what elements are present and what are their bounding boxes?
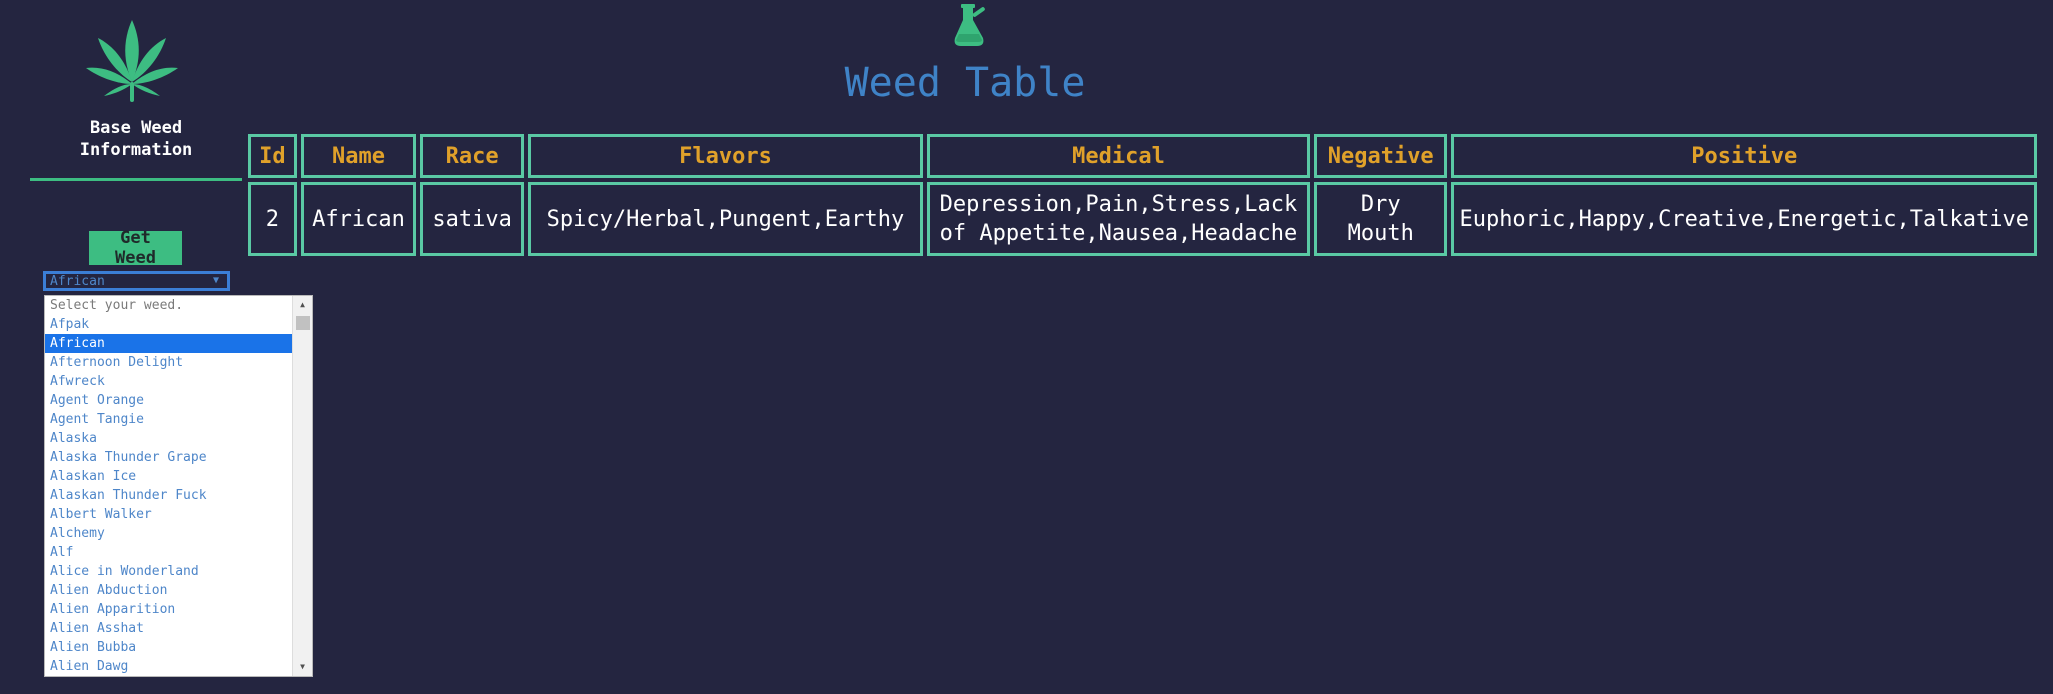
column-header-race: Race: [420, 134, 524, 178]
column-header-medical: Medical: [926, 134, 1310, 178]
dropdown-option[interactable]: Alien Apparition: [45, 600, 293, 619]
chevron-down-icon: ▼: [212, 275, 219, 286]
dropdown-option[interactable]: Alaska Thunder Grape: [45, 448, 293, 467]
dropdown-option[interactable]: Alaskan Ice: [45, 467, 293, 486]
cell-flavors: Spicy/Herbal,Pungent,Earthy: [527, 182, 923, 256]
dropdown-list: Select your weed. Afpak African Afternoon D…: [45, 296, 293, 676]
column-header-negative: Negative: [1313, 134, 1448, 178]
weed-select-value: African: [50, 273, 105, 289]
dropdown-option[interactable]: Alaska: [45, 429, 293, 448]
dropdown-placeholder[interactable]: Select your weed.: [45, 296, 293, 315]
sidebar: Base Weed Information Get Weed African ▼…: [0, 0, 313, 694]
scroll-thumb[interactable]: [296, 316, 310, 330]
dropdown-option[interactable]: Alien Dawg: [45, 657, 293, 676]
column-header-name: Name: [300, 134, 417, 178]
table-row: 2 African sativa Spicy/Herbal,Pungent,Ea…: [248, 182, 2037, 256]
weed-select-dropdown[interactable]: Select your weed. Afpak African Afternoon D…: [44, 295, 313, 677]
sidebar-title: Base Weed Information: [79, 118, 193, 160]
sidebar-divider: [30, 178, 242, 181]
page-title: Weed Table: [844, 60, 1086, 106]
weed-table: Id Name Race Flavors Medical Negative Po…: [244, 130, 2041, 260]
cell-name: African: [300, 182, 417, 256]
cell-positive: Euphoric,Happy,Creative,Energetic,Talkat…: [1451, 182, 2037, 256]
cell-medical: Depression,Pain,Stress,Lack of Appetite,…: [926, 182, 1310, 256]
dropdown-option[interactable]: Alien Asshat: [45, 619, 293, 638]
table-header-row: Id Name Race Flavors Medical Negative Po…: [248, 134, 2037, 178]
dropdown-option[interactable]: Albert Walker: [45, 505, 293, 524]
dropdown-scrollbar[interactable]: ▲ ▼: [292, 296, 312, 676]
column-header-flavors: Flavors: [527, 134, 923, 178]
dropdown-option[interactable]: Alice in Wonderland: [45, 562, 293, 581]
cell-negative: Dry Mouth: [1313, 182, 1448, 256]
dropdown-option[interactable]: Alf: [45, 543, 293, 562]
flask-icon: [954, 4, 985, 46]
scroll-up-arrow-icon[interactable]: ▲: [293, 298, 312, 312]
dropdown-option[interactable]: Alien Abduction: [45, 581, 293, 600]
dropdown-option[interactable]: Afpak: [45, 315, 293, 334]
dropdown-option[interactable]: Alien Bubba: [45, 638, 293, 657]
dropdown-option[interactable]: Afternoon Delight: [45, 353, 293, 372]
column-header-id: Id: [248, 134, 297, 178]
dropdown-option[interactable]: Alaskan Thunder Fuck: [45, 486, 293, 505]
scroll-down-arrow-icon[interactable]: ▼: [293, 660, 312, 674]
column-header-positive: Positive: [1451, 134, 2037, 178]
weed-select[interactable]: African ▼: [43, 271, 230, 291]
page: Base Weed Information Get Weed African ▼…: [0, 0, 2053, 694]
dropdown-option[interactable]: Agent Orange: [45, 391, 293, 410]
cannabis-leaf-icon: [86, 20, 178, 102]
cell-id: 2: [248, 182, 297, 256]
dropdown-option[interactable]: Alchemy: [45, 524, 293, 543]
dropdown-option[interactable]: Afwreck: [45, 372, 293, 391]
dropdown-option[interactable]: Agent Tangie: [45, 410, 293, 429]
cell-race: sativa: [420, 182, 524, 256]
get-weed-button[interactable]: Get Weed: [89, 228, 182, 268]
dropdown-option[interactable]: African: [45, 334, 293, 353]
